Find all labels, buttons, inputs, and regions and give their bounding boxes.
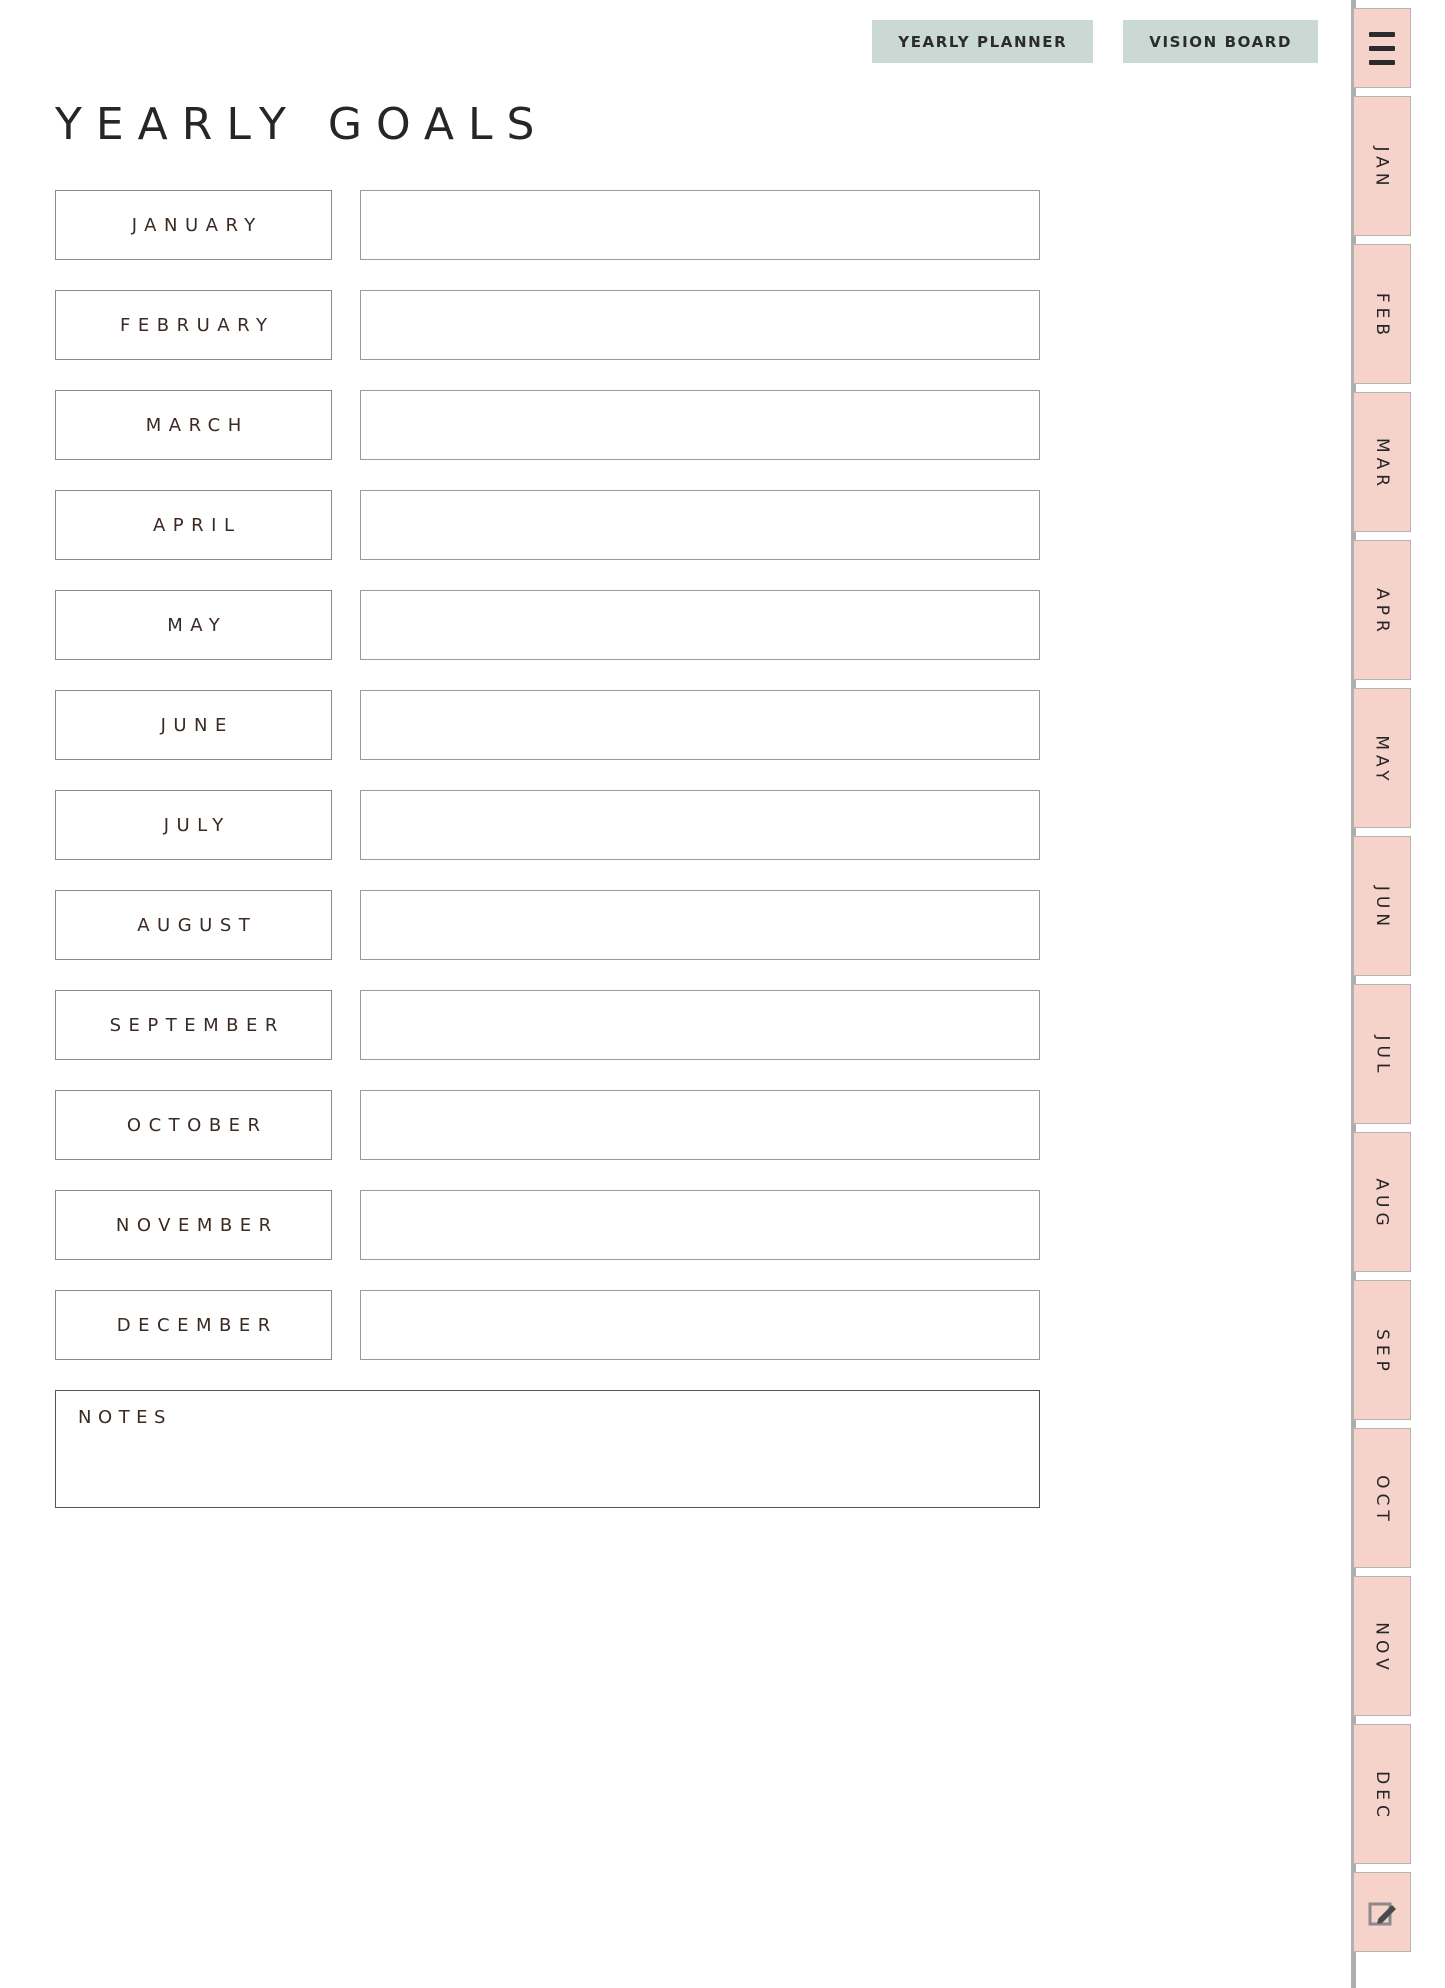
page-title: YEARLY GOALS xyxy=(55,99,549,150)
month-row: SEPTEMBER xyxy=(55,990,1040,1060)
month-row: DECEMBER xyxy=(55,1290,1040,1360)
month-goal-input-january[interactable] xyxy=(360,190,1040,260)
notes-input[interactable] xyxy=(78,1434,1017,1496)
planner-page: YEARLY PLANNER VISION BOARD YEARLY GOALS… xyxy=(0,0,1445,1988)
month-goal-input-july[interactable] xyxy=(360,790,1040,860)
sidebar-menu-button[interactable] xyxy=(1353,8,1411,88)
month-sidebar: JAN FEB MAR APR MAY JUN JUL AUG SEP OCT NOV DEC xyxy=(1325,0,1445,1988)
sidebar-tab-nov[interactable]: NOV xyxy=(1353,1576,1411,1716)
sidebar-tab-jan[interactable]: JAN xyxy=(1353,96,1411,236)
month-goal-input-february[interactable] xyxy=(360,290,1040,360)
sidebar-tab-may[interactable]: MAY xyxy=(1353,688,1411,828)
sidebar-tab-label: SEP xyxy=(1371,1329,1392,1376)
month-goal-input-may[interactable] xyxy=(360,590,1040,660)
month-label-november[interactable]: NOVEMBER xyxy=(55,1190,332,1260)
month-label-april[interactable]: APRIL xyxy=(55,490,332,560)
sidebar-tab-label: NOV xyxy=(1372,1622,1392,1675)
month-label-march[interactable]: MARCH xyxy=(55,390,332,460)
month-label-january[interactable]: JANUARY xyxy=(55,190,332,260)
sidebar-tab-label: AUG xyxy=(1372,1178,1392,1231)
month-row: NOVEMBER xyxy=(55,1190,1040,1260)
sidebar-tab-apr[interactable]: APR xyxy=(1353,540,1411,680)
sidebar-tab-label: APR xyxy=(1371,588,1392,637)
sidebar-tab-label: JAN xyxy=(1372,146,1392,191)
month-label-december[interactable]: DECEMBER xyxy=(55,1290,332,1360)
month-row: APRIL xyxy=(55,490,1040,560)
month-row: JUNE xyxy=(55,690,1040,760)
sidebar-tab-label: FEB xyxy=(1372,292,1392,341)
sidebar-tab-aug[interactable]: AUG xyxy=(1353,1132,1411,1272)
pencil-edit-icon xyxy=(1365,1895,1399,1929)
month-row: JANUARY xyxy=(55,190,1040,260)
tab-vision-board[interactable]: VISION BOARD xyxy=(1123,20,1318,63)
month-goal-input-june[interactable] xyxy=(360,690,1040,760)
month-goal-input-september[interactable] xyxy=(360,990,1040,1060)
month-label-october[interactable]: OCTOBER xyxy=(55,1090,332,1160)
month-label-february[interactable]: FEBRUARY xyxy=(55,290,332,360)
notes-label: NOTES xyxy=(78,1407,172,1428)
month-row: JULY xyxy=(55,790,1040,860)
month-goal-input-april[interactable] xyxy=(360,490,1040,560)
month-row: FEBRUARY xyxy=(55,290,1040,360)
sidebar-tab-label: JUN xyxy=(1372,885,1392,932)
sidebar-tab-sep[interactable]: SEP xyxy=(1353,1280,1411,1420)
sidebar-tab-dec[interactable]: DEC xyxy=(1353,1724,1411,1864)
month-goal-input-november[interactable] xyxy=(360,1190,1040,1260)
month-row: OCTOBER xyxy=(55,1090,1040,1160)
month-row: MAY xyxy=(55,590,1040,660)
month-label-july[interactable]: JULY xyxy=(55,790,332,860)
sidebar-tab-oct[interactable]: OCT xyxy=(1353,1428,1411,1568)
tab-yearly-planner[interactable]: YEARLY PLANNER xyxy=(872,20,1094,63)
sidebar-tab-label: JUL xyxy=(1372,1035,1392,1078)
sidebar-tab-label: MAY xyxy=(1372,735,1392,786)
sidebar-tab-jul[interactable]: JUL xyxy=(1353,984,1411,1124)
sidebar-tab-jun[interactable]: JUN xyxy=(1353,836,1411,976)
month-goal-list: JANUARY FEBRUARY MARCH APRIL MAY JUNE JULY AUGU… xyxy=(55,190,1040,1390)
month-goal-input-august[interactable] xyxy=(360,890,1040,960)
month-goal-input-december[interactable] xyxy=(360,1290,1040,1360)
month-label-september[interactable]: SEPTEMBER xyxy=(55,990,332,1060)
month-label-may[interactable]: MAY xyxy=(55,590,332,660)
sidebar-tab-label: DEC xyxy=(1371,1771,1392,1822)
notes-box[interactable]: NOTES xyxy=(55,1390,1040,1508)
month-goal-input-march[interactable] xyxy=(360,390,1040,460)
sidebar-tab-feb[interactable]: FEB xyxy=(1353,244,1411,384)
top-tab-bar: YEARLY PLANNER VISION BOARD xyxy=(0,20,1318,63)
month-label-june[interactable]: JUNE xyxy=(55,690,332,760)
sidebar-edit-button[interactable] xyxy=(1353,1872,1411,1952)
month-row: MARCH xyxy=(55,390,1040,460)
sidebar-tab-label: OCT xyxy=(1371,1475,1392,1526)
hamburger-menu-icon xyxy=(1369,31,1395,65)
sidebar-tab-mar[interactable]: MAR xyxy=(1353,392,1411,532)
month-label-august[interactable]: AUGUST xyxy=(55,890,332,960)
month-goal-input-october[interactable] xyxy=(360,1090,1040,1160)
month-row: AUGUST xyxy=(55,890,1040,960)
sidebar-tab-label: MAR xyxy=(1372,437,1393,492)
